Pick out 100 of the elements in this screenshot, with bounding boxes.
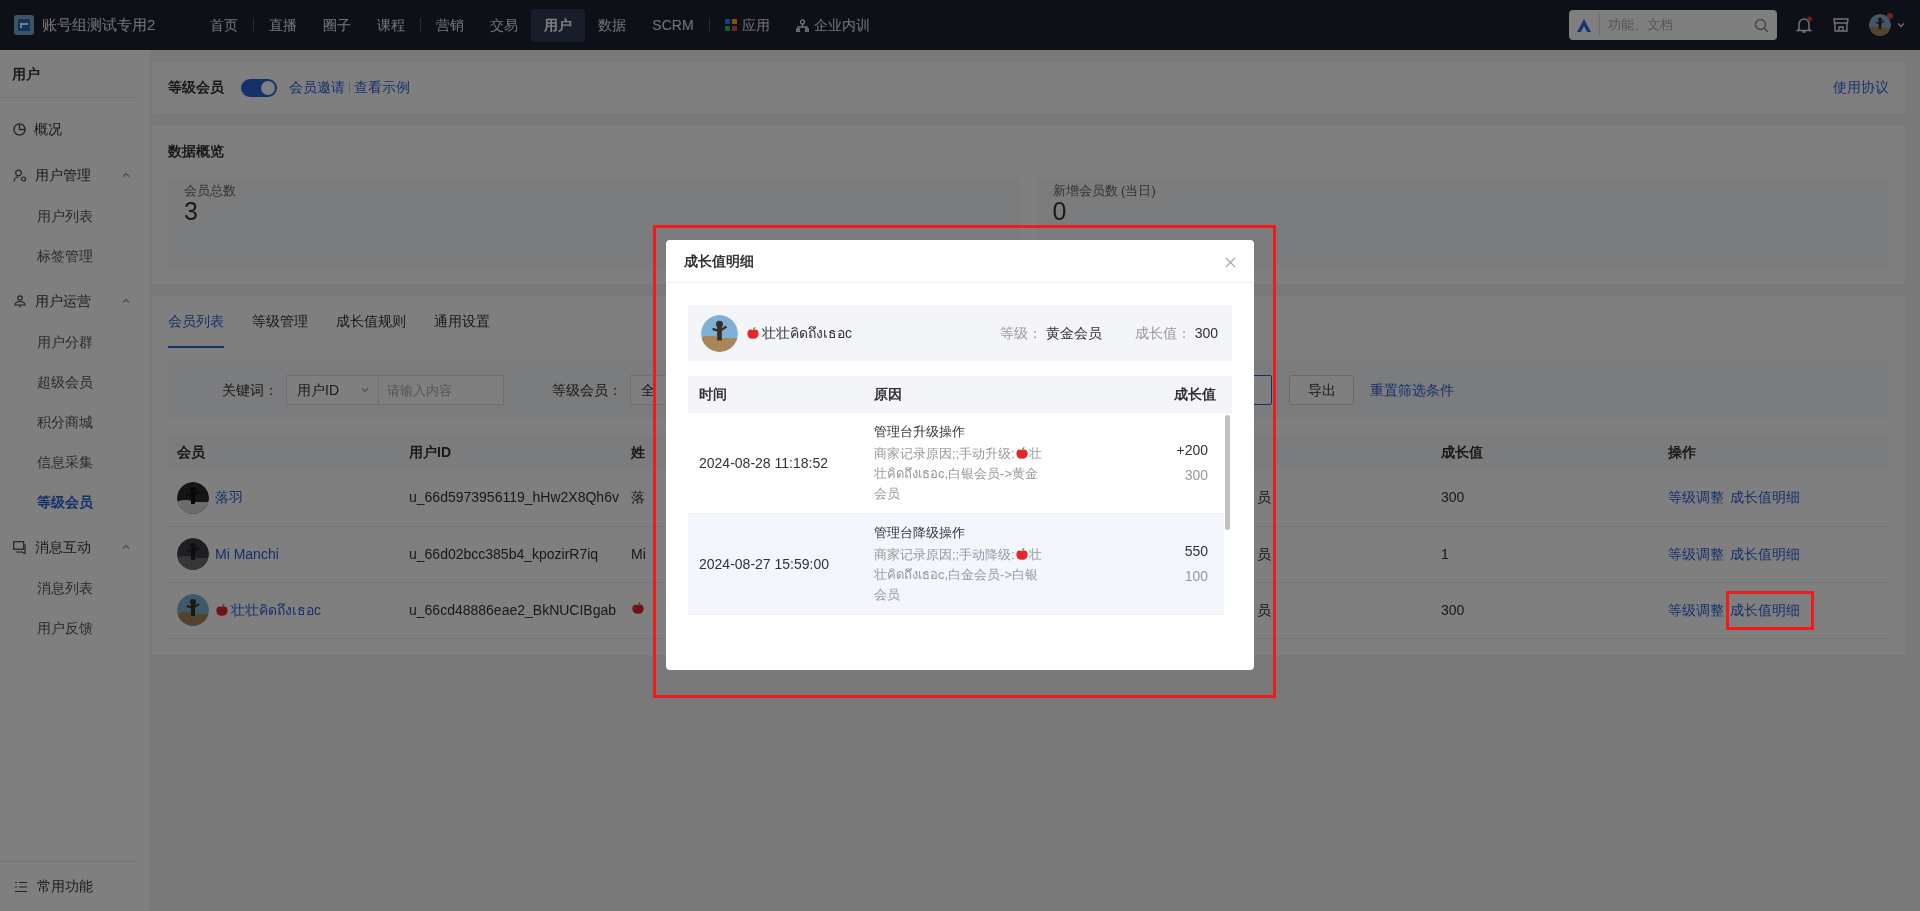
chart-icon — [13, 122, 26, 136]
action-link[interactable]: 等级调整 — [1668, 489, 1724, 506]
column-header: 成长值 — [1441, 444, 1483, 460]
bell-icon[interactable] — [1795, 16, 1813, 34]
menu-group[interactable]: 消息互动 — [0, 526, 150, 568]
member-name: 壮壮คิดถึงเธอc — [762, 323, 852, 343]
nav-tab[interactable]: 数据 — [585, 8, 640, 42]
tab[interactable]: 通用设置 — [434, 296, 490, 348]
keyword-type-select[interactable]: 用户ID — [286, 375, 379, 405]
chevron-up-icon[interactable] — [121, 296, 131, 306]
action-link[interactable]: 成长值明细 — [1730, 601, 1800, 618]
filter-label: 关键词： — [222, 380, 278, 400]
list-icon — [15, 880, 27, 893]
menu-item[interactable]: 用户列表 — [0, 196, 150, 236]
menu-item[interactable]: 信息采集 — [0, 442, 150, 482]
menu-item[interactable]: 积分商城 — [0, 402, 150, 442]
menu-item[interactable]: 概况 — [0, 108, 150, 150]
nav-tab[interactable]: 企业内训 — [782, 8, 883, 42]
member-name: 壮壮คิดถึงเธอc — [231, 600, 321, 620]
menu-label[interactable]: 常用功能 — [37, 876, 93, 897]
chevron-up-icon[interactable] — [121, 170, 131, 180]
nav-tab[interactable]: 课程 — [364, 8, 419, 42]
export-button[interactable]: 导出 — [1289, 375, 1354, 405]
apple-icon — [746, 326, 760, 340]
growth-total: 300 — [1183, 466, 1208, 485]
nav-tab[interactable]: 应用 — [711, 8, 783, 42]
stat-value: 0 — [1052, 199, 1068, 224]
growth-total: 100 — [1183, 567, 1208, 586]
menu-item[interactable]: 消息列表 — [0, 568, 150, 608]
stat-label: 新增会员数 (当日) — [1052, 183, 1157, 199]
reason-title: 管理台降级操作 — [874, 524, 966, 543]
table-cell: 2024-08-28 11:18:52 — [699, 454, 828, 471]
field-label: 等级： — [999, 323, 1042, 343]
apple-icon — [1014, 445, 1029, 460]
link[interactable]: 查看示例 — [354, 77, 410, 98]
filter-label: 等级会员： — [552, 380, 622, 400]
growth-change: 550 — [1183, 542, 1208, 561]
action-link[interactable]: 成长值明细 — [1730, 545, 1800, 562]
logo-icon — [1577, 18, 1591, 32]
column-header: 原因 — [874, 386, 902, 402]
table-cell: 2024-08-27 15:59:00 — [699, 555, 829, 572]
close-icon — [1225, 257, 1236, 269]
user-icon — [13, 168, 27, 182]
stat-label: 会员总数 — [184, 183, 237, 199]
nav-tab[interactable]: 用户 — [531, 8, 586, 42]
table-cell-text: 落 — [631, 488, 645, 508]
menu-item[interactable]: 等级会员 — [0, 482, 150, 522]
people-icon — [13, 294, 27, 308]
tab[interactable]: 成长值规则 — [336, 296, 406, 348]
apple-icon — [215, 603, 229, 617]
shop-icon[interactable] — [1833, 17, 1849, 33]
org-chart-icon — [795, 18, 809, 32]
table-cell: 300 — [1441, 601, 1465, 618]
menu-item[interactable]: 用户分群 — [0, 322, 150, 362]
chat-icon — [13, 540, 27, 554]
action-link[interactable]: 等级调整 — [1668, 545, 1724, 562]
section-title: 数据概览 — [168, 142, 225, 161]
column-header: 姓 — [631, 444, 645, 460]
field-label: 成长值： — [1134, 323, 1191, 343]
nav-tab[interactable]: 圈子 — [310, 8, 365, 42]
growth-change: +200 — [1175, 441, 1208, 460]
stat-value: 3 — [184, 199, 199, 224]
nav-tab[interactable]: 首页 — [197, 8, 252, 42]
logo-icon — [14, 15, 34, 35]
column-header: 成长值 — [1174, 386, 1216, 402]
menu-item[interactable]: 用户反馈 — [0, 608, 150, 648]
tab[interactable]: 等级管理 — [252, 296, 308, 348]
reset-link[interactable]: 重置筛选条件 — [1370, 379, 1454, 401]
field-value: 300 — [1194, 323, 1218, 343]
nav-tab[interactable]: SCRM — [639, 8, 707, 42]
column-header: 操作 — [1668, 444, 1696, 460]
nav-tab[interactable]: 直播 — [256, 8, 311, 42]
action-link[interactable]: 成长值明细 — [1730, 489, 1800, 506]
action-link[interactable]: 等级调整 — [1668, 601, 1724, 618]
column-header: 会员 — [177, 444, 205, 460]
tab[interactable]: 会员列表 — [168, 296, 224, 348]
chevron-up-icon[interactable] — [121, 542, 131, 552]
table-cell: 员 — [1257, 545, 1271, 562]
link[interactable]: 会员邀请 — [289, 77, 345, 98]
apps-icon — [724, 19, 737, 31]
agreement-link[interactable]: 使用协议 — [1833, 77, 1889, 98]
table-cell: 300 — [1441, 489, 1465, 506]
member-name: 落羽 — [215, 488, 243, 508]
section-title: 用户 — [0, 50, 138, 98]
menu-item[interactable]: 标签管理 — [0, 236, 150, 276]
apple-icon — [631, 600, 645, 615]
nav-tab[interactable]: 交易 — [477, 8, 532, 42]
table-cell: 员 — [1257, 601, 1271, 618]
table-cell: u_66d02bcc385b4_kpozirR7iq — [409, 545, 599, 562]
menu-item[interactable]: 超级会员 — [0, 362, 150, 402]
field-value: 黄金会员 — [1045, 323, 1102, 343]
table-cell-text: Mi — [631, 544, 646, 564]
nav-tab[interactable]: 营销 — [423, 8, 478, 42]
toggle-switch[interactable] — [241, 78, 277, 97]
menu-group[interactable]: 用户管理 — [0, 154, 150, 196]
menu-group[interactable]: 用户运营 — [0, 280, 150, 322]
scrollbar[interactable] — [1225, 415, 1230, 530]
caret-icon[interactable] — [1896, 20, 1906, 30]
table-cell: u_66d5973956119_hHw2X8Qh6v — [409, 489, 619, 506]
table-cell: 员 — [1257, 489, 1271, 506]
